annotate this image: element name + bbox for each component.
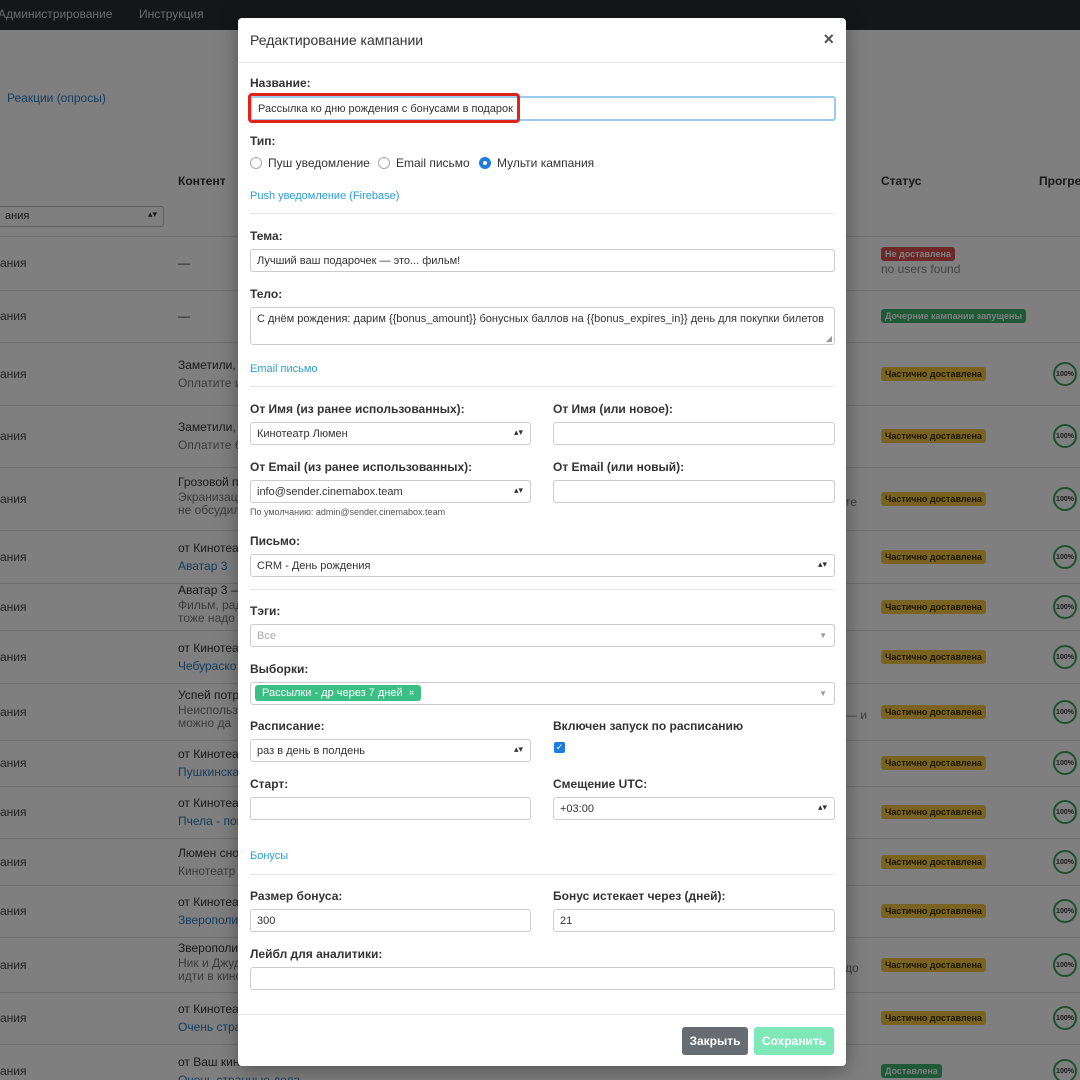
edit-campaign-modal: Редактирование кампании × Название: Расс…: [238, 18, 846, 1066]
push-section-title[interactable]: Push уведомление (Firebase): [250, 190, 399, 202]
radio-email-label: Email письмо: [396, 156, 470, 170]
bonus-section-title[interactable]: Бонусы: [250, 850, 288, 862]
divider: [250, 874, 834, 875]
radio-multi[interactable]: Мульти кампания: [479, 156, 594, 170]
from-email-new-label: От Email (или новый):: [553, 460, 685, 474]
analytics-label: Лейбл для аналитики:: [250, 947, 383, 961]
from-email-help-text: По умолчанию: admin@sender.cinemabox.tea…: [250, 507, 446, 517]
subject-input[interactable]: Лучший ваш подарочек — это... фильм!: [250, 249, 835, 272]
bonus-expires-value: 21: [560, 915, 573, 927]
from-name-used-value: Кинотеатр Люмен: [257, 428, 348, 440]
bonus-expires-label: Бонус истекает через (дней):: [553, 889, 726, 903]
modal-header: Редактирование кампании ×: [238, 18, 846, 63]
radio-push-label: Пуш уведомление: [268, 156, 370, 170]
radio-push-circle: [250, 157, 262, 169]
samples-tag-label: Рассылки - др через 7 дней: [262, 687, 403, 699]
letter-select[interactable]: CRM - День рождения ▴▾: [250, 554, 835, 577]
divider: [250, 589, 834, 590]
email-section-title[interactable]: Email письмо: [250, 363, 318, 375]
radio-multi-label: Мульти кампания: [497, 156, 595, 170]
close-icon[interactable]: ×: [823, 29, 834, 50]
remove-tag-icon[interactable]: ×: [409, 688, 415, 699]
schedule-enabled-label: Включен запуск по расписанию: [553, 719, 744, 733]
from-name-used-label: От Имя (из ранее использованных):: [250, 402, 465, 416]
modal-footer-divider: [238, 1014, 846, 1015]
schedule-select[interactable]: раз в день в полдень ▴▾: [250, 739, 531, 762]
analytics-input[interactable]: [250, 967, 835, 990]
body-value: С днём рождения: дарим {{bonus_amount}} …: [257, 313, 824, 325]
start-label: Старт:: [250, 777, 289, 791]
name-label: Название:: [250, 76, 311, 90]
type-label: Тип:: [250, 134, 276, 148]
from-name-new-label: От Имя (или новое):: [553, 402, 673, 416]
from-email-used-label: От Email (из ранее использованных):: [250, 460, 473, 474]
letter-value: CRM - День рождения: [257, 560, 371, 572]
samples-multiselect[interactable]: Рассылки - др через 7 дней × ▼: [250, 682, 835, 705]
modal-title: Редактирование кампании: [250, 32, 424, 48]
resize-handle-icon[interactable]: ◢: [826, 334, 832, 343]
from-name-used-select[interactable]: Кинотеатр Люмен ▴▾: [250, 422, 531, 445]
radio-email[interactable]: Email письмо: [378, 156, 470, 170]
radio-email-circle: [378, 157, 390, 169]
tags-label: Тэги:: [250, 604, 281, 618]
bonus-size-value: 300: [257, 915, 276, 927]
select-arrows-icon: ▴▾: [817, 559, 827, 569]
radio-multi-circle: [479, 157, 491, 169]
divider: [250, 213, 834, 214]
body-label: Тело:: [250, 287, 283, 301]
schedule-label: Расписание:: [250, 719, 325, 733]
bonus-size-input[interactable]: 300: [250, 909, 531, 932]
tags-select[interactable]: Все ▼: [250, 624, 835, 647]
select-arrows-icon: ▴▾: [513, 427, 523, 437]
select-arrows-icon: ▴▾: [513, 485, 523, 495]
name-field-highlight: [248, 93, 520, 123]
select-arrows-icon: ▴▾: [817, 802, 827, 812]
utc-select[interactable]: +03:00 ▴▾: [553, 797, 835, 820]
utc-value: +03:00: [560, 803, 594, 815]
schedule-enabled-checkbox[interactable]: ✓: [554, 742, 565, 753]
samples-label: Выборки:: [250, 662, 309, 676]
body-textarea[interactable]: С днём рождения: дарим {{bonus_amount}} …: [250, 307, 835, 345]
tags-placeholder: Все: [257, 630, 276, 642]
divider: [250, 386, 834, 387]
chevron-down-icon: ▼: [819, 631, 827, 640]
save-button[interactable]: Сохранить: [754, 1027, 834, 1055]
bonus-expires-input[interactable]: 21: [553, 909, 835, 932]
subject-label: Тема:: [250, 229, 283, 243]
from-email-used-select[interactable]: info@sender.cinemabox.team ▴▾: [250, 480, 531, 503]
utc-label: Смещение UTC:: [553, 777, 648, 791]
chevron-down-icon: ▼: [819, 689, 827, 698]
select-arrows-icon: ▴▾: [513, 744, 523, 754]
from-email-used-value: info@sender.cinemabox.team: [257, 486, 403, 498]
from-name-new-input[interactable]: [553, 422, 835, 445]
letter-label: Письмо:: [250, 534, 301, 548]
bonus-size-label: Размер бонуса:: [250, 889, 343, 903]
samples-tag: Рассылки - др через 7 дней ×: [255, 685, 422, 701]
radio-push[interactable]: Пуш уведомление: [250, 156, 370, 170]
subject-value: Лучший ваш подарочек — это... фильм!: [257, 255, 461, 267]
close-button[interactable]: Закрыть: [682, 1027, 748, 1055]
start-input[interactable]: [250, 797, 531, 820]
schedule-value: раз в день в полдень: [257, 745, 366, 757]
from-email-new-input[interactable]: [553, 480, 835, 503]
